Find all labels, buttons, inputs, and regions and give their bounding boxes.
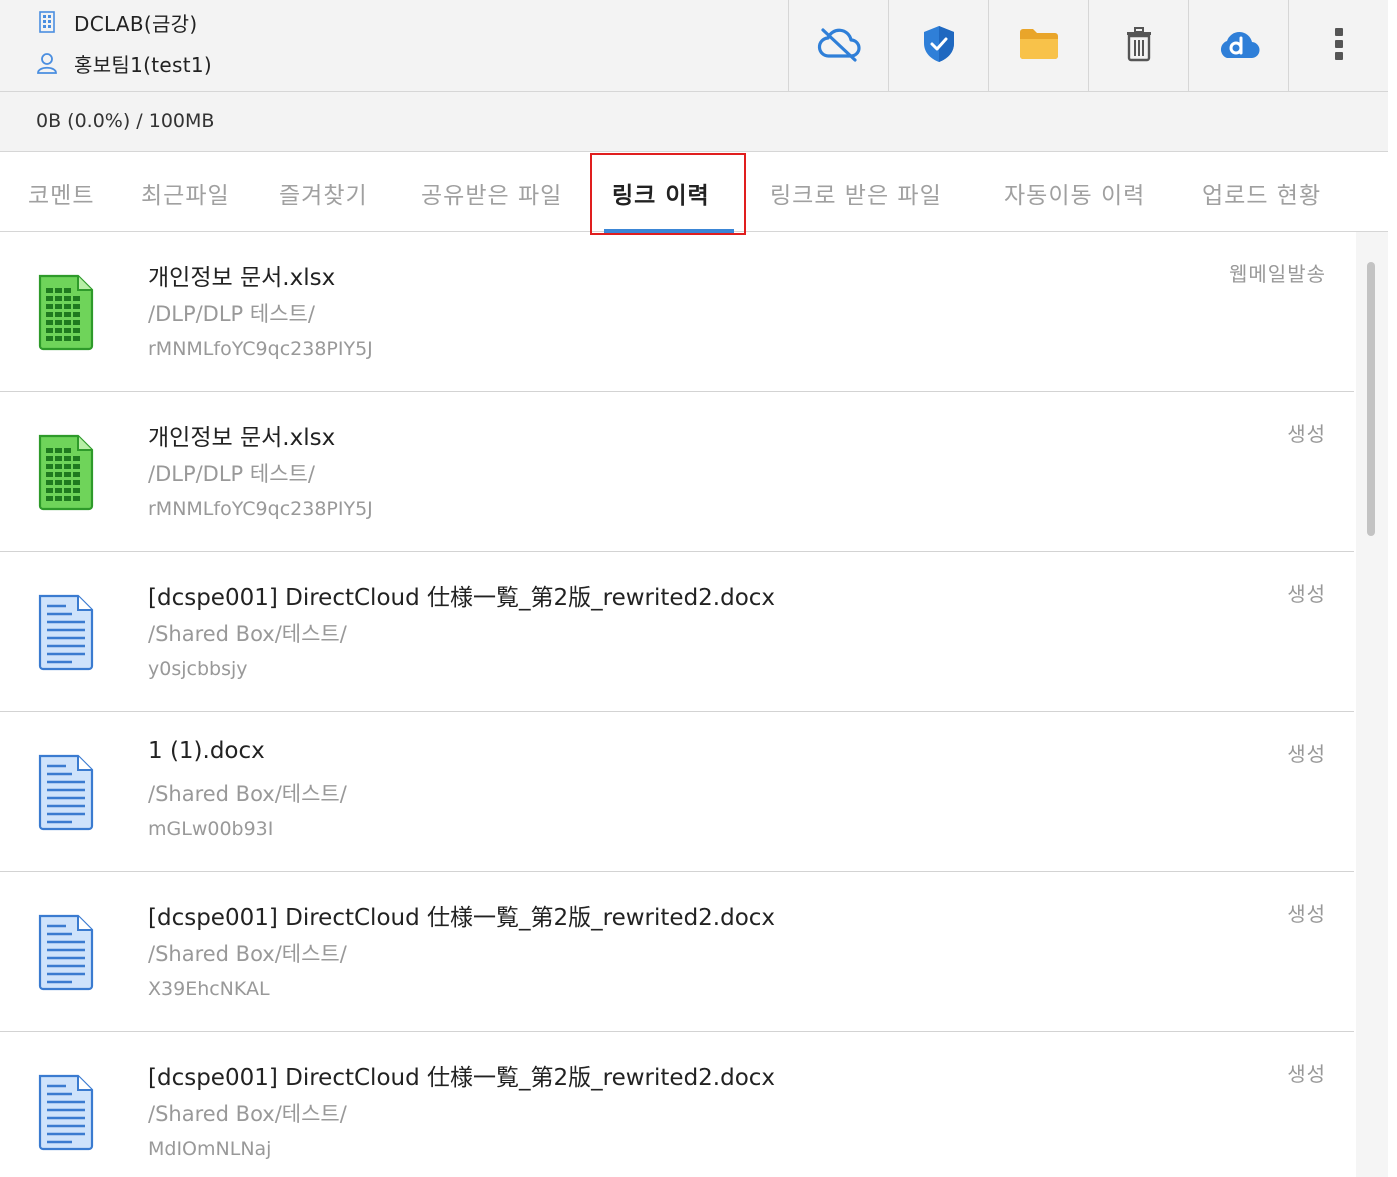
- tab-upload-status[interactable]: 업로드 현황: [1202, 176, 1321, 210]
- link-code: y0sjcbbsjy: [148, 658, 248, 680]
- link-code: rMNMLfoYC9qc238PIY5J: [148, 338, 373, 360]
- trash-icon: [1123, 26, 1155, 66]
- link-action-label: 생성: [1287, 742, 1326, 766]
- file-name: [dcspe001] DirectCloud 仕様一覧_第2版_rewrited…: [148, 905, 776, 931]
- link-code: X39EhcNKAL: [148, 978, 270, 1000]
- word-file-icon: [36, 1072, 96, 1152]
- trash-button[interactable]: [1088, 0, 1188, 92]
- tab-recent-files[interactable]: 최근파일: [141, 176, 230, 210]
- list-item[interactable]: 1 (1).docx /Shared Box/테스트/ mGLw00b93I 생…: [0, 712, 1354, 872]
- word-file-icon: [36, 752, 96, 832]
- folder-icon: [1018, 27, 1060, 65]
- user-icon: [36, 52, 58, 74]
- file-name: [dcspe001] DirectCloud 仕様一覧_第2版_rewrited…: [148, 585, 776, 611]
- toolbar: [788, 0, 1388, 92]
- word-file-icon: [36, 912, 96, 992]
- link-code: rMNMLfoYC9qc238PIY5J: [148, 498, 373, 520]
- file-path: /DLP/DLP 테스트/: [148, 302, 315, 326]
- tab-auto-move-history[interactable]: 자동이동 이력: [1004, 176, 1145, 210]
- file-name: 개인정보 문서.xlsx: [148, 425, 336, 451]
- file-path: /Shared Box/테스트/: [148, 622, 347, 646]
- link-history-list: 개인정보 문서.xlsx /DLP/DLP 테스트/ rMNMLfoYC9qc2…: [0, 232, 1354, 1177]
- file-path: /Shared Box/테스트/: [148, 782, 347, 806]
- more-vertical-icon: [1334, 27, 1344, 65]
- link-action-label: 웹메일발송: [1229, 262, 1326, 286]
- link-action-label: 생성: [1287, 902, 1326, 926]
- security-button[interactable]: [888, 0, 988, 92]
- organization-name: DCLAB(금강): [74, 11, 198, 36]
- window-edge: [1388, 0, 1397, 1177]
- link-code: mGLw00b93I: [148, 818, 274, 840]
- file-path: /DLP/DLP 테스트/: [148, 462, 315, 486]
- word-file-icon: [36, 592, 96, 672]
- active-tab-highlight: [590, 153, 746, 235]
- tab-bar: 코멘트 최근파일 즐겨찾기 공유받은 파일 링크 이력 링크로 받은 파일 자동…: [0, 152, 1388, 235]
- file-name: [dcspe001] DirectCloud 仕様一覧_第2版_rewrited…: [148, 1065, 776, 1091]
- file-path: /Shared Box/테스트/: [148, 942, 347, 966]
- list-item[interactable]: [dcspe001] DirectCloud 仕様一覧_第2版_rewrited…: [0, 1032, 1354, 1177]
- header: DCLAB(금강) 홍보팀1(test1): [0, 0, 1388, 92]
- tab-received-by-link[interactable]: 링크로 받은 파일: [770, 176, 942, 210]
- tab-favorites[interactable]: 즐겨찾기: [279, 176, 368, 210]
- tab-shared-files[interactable]: 공유받은 파일: [421, 176, 562, 210]
- link-action-label: 생성: [1287, 1062, 1326, 1086]
- user-row: 홍보팀1(test1): [36, 49, 212, 77]
- tab-comments[interactable]: 코멘트: [28, 176, 94, 210]
- excel-file-icon: [36, 432, 96, 512]
- file-name: 1 (1).docx: [148, 738, 265, 764]
- user-name: 홍보팀1(test1): [74, 52, 212, 77]
- folder-button[interactable]: [988, 0, 1088, 92]
- shield-check-icon: [921, 24, 957, 68]
- file-name: 개인정보 문서.xlsx: [148, 265, 336, 291]
- link-code: MdIOmNLNaj: [148, 1138, 272, 1160]
- more-menu-button[interactable]: [1288, 0, 1388, 92]
- link-action-label: 생성: [1287, 422, 1326, 446]
- storage-quota-bar: 0B (0.0%) / 100MB: [0, 92, 1388, 152]
- cloud-off-icon: [817, 26, 861, 66]
- organization-row: DCLAB(금강): [36, 8, 197, 36]
- storage-usage-text: 0B (0.0%) / 100MB: [36, 110, 215, 132]
- building-icon: [36, 11, 58, 33]
- cloud-sync-button[interactable]: [788, 0, 888, 92]
- list-item[interactable]: [dcspe001] DirectCloud 仕様一覧_第2版_rewrited…: [0, 552, 1354, 712]
- list-scrollbar-thumb[interactable]: [1367, 262, 1375, 536]
- file-path: /Shared Box/테스트/: [148, 1102, 347, 1126]
- excel-file-icon: [36, 272, 96, 352]
- directcloud-button[interactable]: [1188, 0, 1288, 92]
- list-item[interactable]: [dcspe001] DirectCloud 仕様一覧_第2版_rewrited…: [0, 872, 1354, 1032]
- list-item[interactable]: 개인정보 문서.xlsx /DLP/DLP 테스트/ rMNMLfoYC9qc2…: [0, 232, 1354, 392]
- directcloud-logo-icon: [1217, 28, 1261, 64]
- link-action-label: 생성: [1287, 582, 1326, 606]
- list-item[interactable]: 개인정보 문서.xlsx /DLP/DLP 테스트/ rMNMLfoYC9qc2…: [0, 392, 1354, 552]
